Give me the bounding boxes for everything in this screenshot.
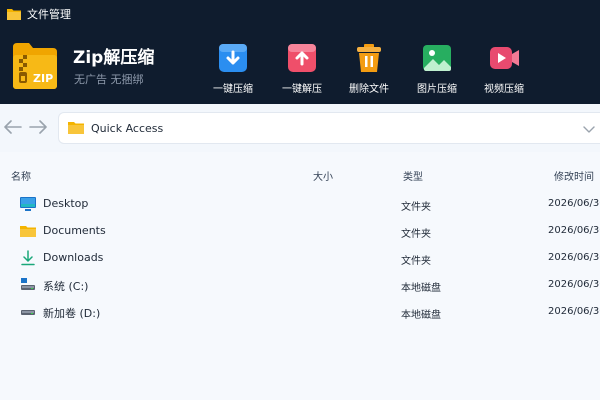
column-header-modified[interactable]: 修改时间 [554, 168, 594, 183]
download-icon [21, 250, 35, 266]
column-header-size[interactable]: 大小 [313, 168, 333, 183]
row-name: Documents [43, 224, 106, 237]
column-header-name[interactable]: 名称 [11, 168, 31, 183]
list-item-documents[interactable]: Documents 文件夹 2026/06/30 [0, 218, 600, 244]
row-modified: 2026/06/30 [548, 198, 600, 209]
delete-files-button[interactable]: 删除文件 [334, 42, 404, 102]
forward-button[interactable] [27, 116, 49, 138]
row-modified: 2026/06/30 [548, 306, 600, 317]
app-name: Zip解压缩 [73, 48, 155, 68]
row-type: 本地磁盘 [401, 310, 441, 321]
navigation-bar: Quick Access [0, 104, 600, 150]
row-type: 文件夹 [401, 202, 431, 213]
image-icon [423, 45, 451, 71]
zip-badge-text: ZIP [33, 72, 53, 85]
desktop-icon [20, 197, 36, 211]
window-title: 文件管理 [27, 8, 71, 21]
address-bar[interactable]: Quick Access [58, 112, 600, 144]
trash-icon [357, 44, 381, 72]
row-name: 系统 (C:) [43, 280, 89, 293]
file-list: 名称 大小 类型 修改时间 Desktop 文件夹 2026/06/30 Doc… [0, 152, 600, 400]
compress-button[interactable]: 一键压缩 [198, 42, 268, 102]
row-name: Desktop [43, 197, 89, 210]
extract-button[interactable]: 一键解压 [267, 42, 337, 102]
list-item-drive-c[interactable]: 系统 (C:) 本地磁盘 2026/06/30 [0, 272, 600, 298]
row-name: 新加卷 (D:) [43, 307, 101, 320]
compress-icon [219, 44, 247, 72]
row-modified: 2026/06/30 [548, 225, 600, 236]
list-item-downloads[interactable]: Downloads 文件夹 2026/06/30 [0, 245, 600, 271]
video-compress-label: 视频压缩 [484, 84, 524, 95]
folder-icon [68, 122, 84, 134]
header: ZIP Zip解压缩 无广告 无捆绑 一键压缩 一键解压 删除文件 图片压缩 视… [0, 28, 600, 104]
list-item-desktop[interactable]: Desktop 文件夹 2026/06/30 [0, 191, 600, 217]
column-header-type[interactable]: 类型 [403, 168, 423, 183]
drive-d-icon [21, 310, 35, 315]
row-type: 本地磁盘 [401, 283, 441, 294]
row-type: 文件夹 [401, 229, 431, 240]
drive-c-icon [21, 278, 35, 290]
app-tagline: 无广告 无捆绑 [74, 73, 144, 86]
row-modified: 2026/06/30 [548, 279, 600, 290]
video-compress-button[interactable]: 视频压缩 [469, 42, 539, 102]
app-folder-icon [7, 9, 21, 20]
arrow-right-icon [29, 120, 47, 134]
row-type: 文件夹 [401, 256, 431, 267]
delete-files-label: 删除文件 [349, 84, 389, 95]
image-compress-button[interactable]: 图片压缩 [402, 42, 472, 102]
video-icon [490, 47, 519, 69]
row-name: Downloads [43, 251, 104, 264]
title-bar: 文件管理 [0, 0, 600, 28]
row-modified: 2026/06/30 [548, 252, 600, 263]
extract-icon [288, 44, 316, 72]
folder-icon [20, 226, 36, 237]
chevron-down-icon[interactable] [582, 122, 596, 136]
compress-label: 一键压缩 [213, 84, 253, 95]
arrow-left-icon [4, 120, 22, 134]
extract-label: 一键解压 [282, 84, 322, 95]
list-item-drive-d[interactable]: 新加卷 (D:) 本地磁盘 2026/06/30 [0, 299, 600, 325]
image-compress-label: 图片压缩 [417, 84, 457, 95]
zip-folder-icon: ZIP [13, 43, 57, 89]
address-text: Quick Access [91, 121, 164, 135]
back-button[interactable] [2, 116, 24, 138]
